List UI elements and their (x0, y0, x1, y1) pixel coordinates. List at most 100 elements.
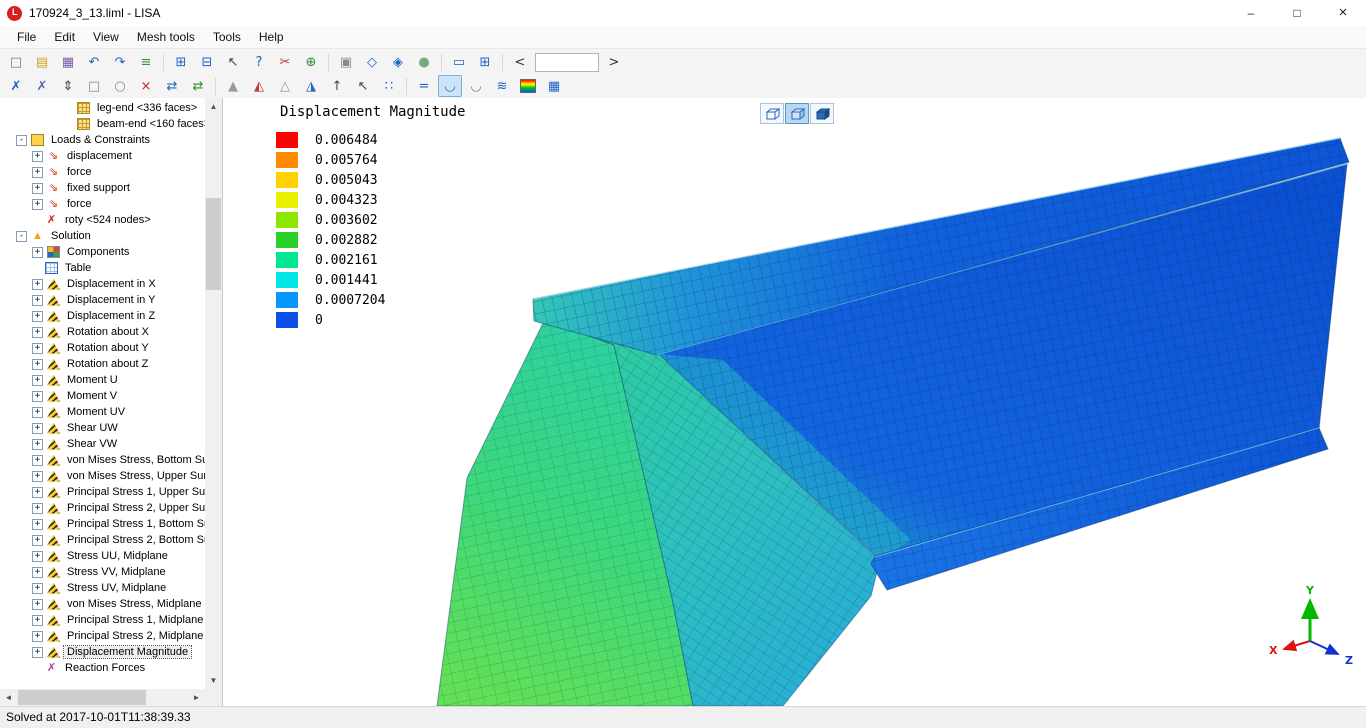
select-cursor-button[interactable]: ↖ (221, 51, 245, 73)
cut-model-button[interactable]: ✂ (273, 51, 297, 73)
refine-edge-button[interactable]: ◭ (247, 75, 271, 97)
expand-icon[interactable]: + (32, 279, 43, 290)
expand-icon[interactable]: + (32, 615, 43, 626)
tree-item-von-mises-stress-upper-surf[interactable]: +von Mises Stress, Upper Surf (0, 468, 205, 484)
view-solid-button[interactable] (810, 103, 834, 124)
scroll-down-icon[interactable]: ▼ (205, 672, 222, 689)
loop-select-button[interactable]: ○ (108, 75, 132, 97)
scroll-left-icon[interactable]: ◄ (0, 689, 17, 706)
collapse-icon[interactable]: - (16, 231, 27, 242)
expand-icon[interactable]: + (32, 471, 43, 482)
expand-icon[interactable]: + (32, 295, 43, 306)
expand-icon[interactable]: + (32, 375, 43, 386)
tree-item-displacement[interactable]: +displacement (0, 148, 205, 164)
expand-icon[interactable]: + (32, 551, 43, 562)
face-select-button[interactable]: □ (82, 75, 106, 97)
tree-item-displacement-magnitude[interactable]: +Displacement Magnitude (0, 644, 205, 660)
tree-item-stress-uu-midplane[interactable]: +Stress UU, Midplane (0, 548, 205, 564)
tree-item-shear-vw[interactable]: +Shear VW (0, 436, 205, 452)
menu-help[interactable]: Help (250, 28, 293, 46)
zoom-in-button[interactable]: ⊕ (299, 51, 323, 73)
tree-item-moment-v[interactable]: +Moment V (0, 388, 205, 404)
menu-mesh-tools[interactable]: Mesh tools (128, 28, 204, 46)
tree-item-shear-uw[interactable]: +Shear UW (0, 420, 205, 436)
expand-icon[interactable]: + (32, 343, 43, 354)
expand-icon[interactable]: + (32, 359, 43, 370)
tree-item-components[interactable]: +Components (0, 244, 205, 260)
save-button[interactable]: ▦ (56, 51, 80, 73)
expand-icon[interactable]: + (32, 311, 43, 322)
view-plane-button[interactable]: ◇ (360, 51, 384, 73)
maximize-button[interactable]: □ (1274, 0, 1320, 26)
step-selector[interactable] (535, 53, 599, 72)
vertical-scroll-thumb[interactable] (206, 198, 221, 290)
expand-icon[interactable]: + (32, 327, 43, 338)
expand-icon[interactable]: + (32, 151, 43, 162)
expand-icon[interactable]: + (32, 599, 43, 610)
tree-item-von-mises-stress-bottom-sur[interactable]: +von Mises Stress, Bottom Sur (0, 452, 205, 468)
expand-icon[interactable]: + (32, 423, 43, 434)
minimize-button[interactable]: – (1228, 0, 1274, 26)
new-file-button[interactable]: □ (4, 51, 28, 73)
deformed-view-button[interactable]: ≋ (490, 75, 514, 97)
menu-tools[interactable]: Tools (204, 28, 250, 46)
expand-icon[interactable]: + (32, 503, 43, 514)
menu-edit[interactable]: Edit (45, 28, 84, 46)
collapse-icon[interactable]: - (16, 135, 27, 146)
tree-item-moment-uv[interactable]: +Moment UV (0, 404, 205, 420)
expand-icon[interactable]: + (32, 567, 43, 578)
delete-button[interactable]: × (134, 75, 158, 97)
tree-vertical-scrollbar[interactable]: ▲ ▼ (205, 98, 222, 689)
map-mesh-button[interactable]: ⇄ (186, 75, 210, 97)
next-step-button[interactable]: > (602, 51, 626, 73)
expand-icon[interactable]: + (32, 407, 43, 418)
redo-button[interactable]: ↷ (108, 51, 132, 73)
pick-button[interactable]: ↖ (351, 75, 375, 97)
tree-item-von-mises-stress-midplane[interactable]: +von Mises Stress, Midplane (0, 596, 205, 612)
tree-item-displacement-in-x[interactable]: +Displacement in X (0, 276, 205, 292)
print-button[interactable]: ▣ (334, 51, 358, 73)
scroll-up-icon[interactable]: ▲ (205, 98, 222, 115)
wireframe-toggle-button[interactable]: = (412, 75, 436, 97)
tree-item-force[interactable]: +force (0, 196, 205, 212)
paste-model-button[interactable]: ⊟ (195, 51, 219, 73)
copy-model-button[interactable]: ⊞ (169, 51, 193, 73)
contour-colors-button[interactable] (516, 75, 540, 97)
workplane-button[interactable]: ● (412, 51, 436, 73)
shaded-edges-toggle-button[interactable]: ◡ (464, 75, 488, 97)
expand-icon[interactable]: + (32, 631, 43, 642)
refine-local-button[interactable]: △ (273, 75, 297, 97)
tree-item-rotation-about-y[interactable]: +Rotation about Y (0, 340, 205, 356)
shaded-toggle-button[interactable]: ◡ (438, 75, 462, 97)
tree-item-principal-stress-1-bottom-su[interactable]: +Principal Stress 1, Bottom Su (0, 516, 205, 532)
refine-coarse-button[interactable]: ▲ (221, 75, 245, 97)
expand-icon[interactable]: + (32, 391, 43, 402)
expand-icon[interactable]: + (32, 247, 43, 258)
expand-icon[interactable]: + (32, 439, 43, 450)
tree-item-solution[interactable]: -Solution (0, 228, 205, 244)
horizontal-scroll-thumb[interactable] (18, 690, 146, 705)
tree-item-principal-stress-2-midplane[interactable]: +Principal Stress 2, Midplane (0, 628, 205, 644)
node-grid-button[interactable]: ∷ (377, 75, 401, 97)
viewport-single-button[interactable]: ▭ (447, 51, 471, 73)
tree-item-principal-stress-2-upper-surf[interactable]: +Principal Stress 2, Upper Surf (0, 500, 205, 516)
tree-horizontal-scrollbar[interactable]: ◄ ► (0, 689, 205, 706)
expand-icon[interactable]: + (32, 487, 43, 498)
menu-view[interactable]: View (84, 28, 128, 46)
tree-item-displacement-in-z[interactable]: +Displacement in Z (0, 308, 205, 324)
expand-icon[interactable]: + (32, 535, 43, 546)
view-iso-button[interactable]: ◈ (386, 51, 410, 73)
open-folder-button[interactable]: ▤ (30, 51, 54, 73)
scroll-right-icon[interactable]: ► (188, 689, 205, 706)
tree-item-loads-constraints[interactable]: -Loads & Constraints (0, 132, 205, 148)
expand-icon[interactable]: + (32, 647, 43, 658)
viewport[interactable]: X Y Z Displacement Magnitude 0.0064840.0… (223, 98, 1366, 706)
tree-item-displacement-in-y[interactable]: +Displacement in Y (0, 292, 205, 308)
tree-item-principal-stress-2-bottom-su[interactable]: +Principal Stress 2, Bottom Su (0, 532, 205, 548)
view-shaded-button[interactable] (785, 103, 809, 124)
menu-file[interactable]: File (8, 28, 45, 46)
tree-item-beam-end-160-faces[interactable]: beam-end <160 faces> (0, 116, 205, 132)
query-button[interactable]: ? (247, 51, 271, 73)
extrude-button[interactable]: ↑ (325, 75, 349, 97)
prev-step-button[interactable]: < (508, 51, 532, 73)
